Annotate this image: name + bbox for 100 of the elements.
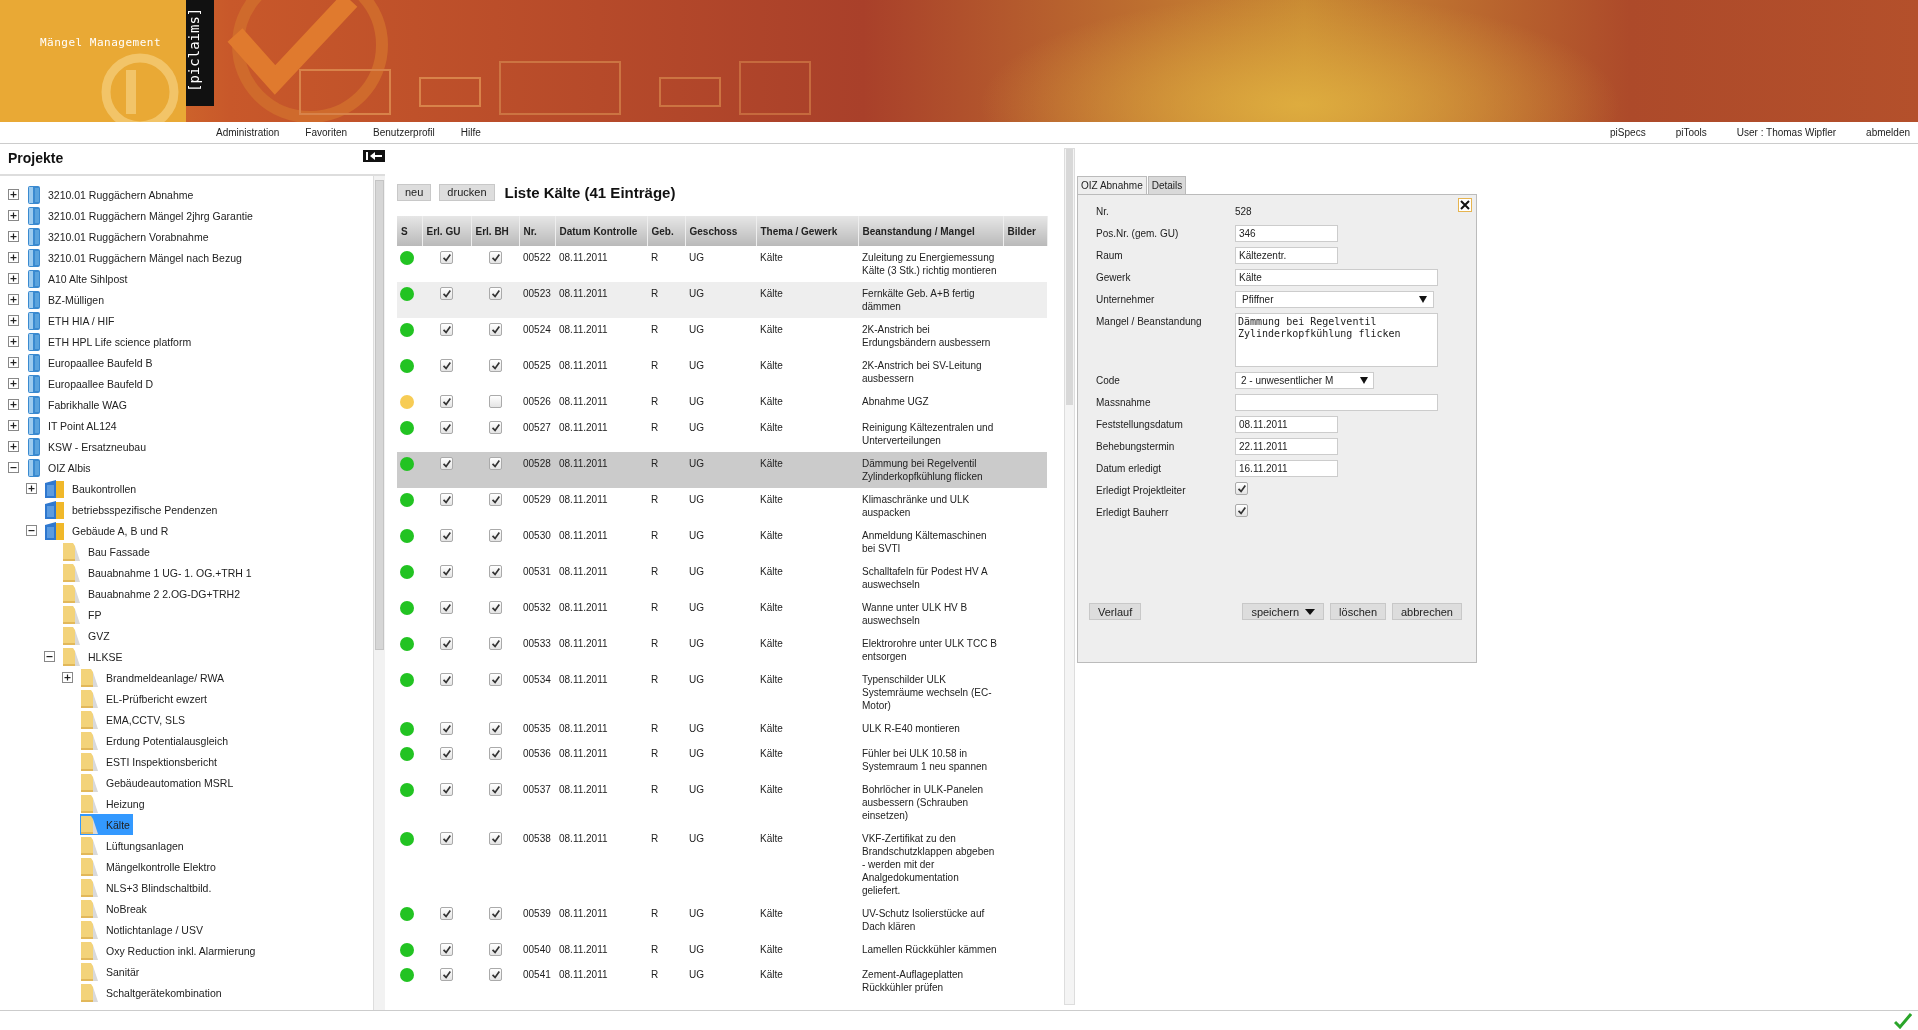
tree-item[interactable]: GVZ xyxy=(62,625,113,646)
tree-item[interactable]: Bauabnahme 2 2.OG-DG+TRH2 xyxy=(62,583,244,604)
checkbox[interactable] xyxy=(488,457,502,470)
tree-item[interactable]: Sanitär xyxy=(80,961,143,982)
checkbox[interactable] xyxy=(440,565,453,578)
checkbox[interactable] xyxy=(440,832,453,845)
toolbar-button[interactable]: neu xyxy=(397,183,432,201)
tree-item[interactable]: betriebsspezifische Pendenzen xyxy=(44,499,221,520)
collapse-icon[interactable] xyxy=(8,462,19,473)
checkbox[interactable] xyxy=(488,968,502,981)
tree-item[interactable]: EL-Prüfbericht ewzert xyxy=(80,688,210,709)
scrollbar[interactable] xyxy=(373,176,385,1010)
expand-icon[interactable] xyxy=(8,420,19,431)
expand-icon[interactable] xyxy=(8,294,19,305)
tree-item[interactable]: Notlichtanlage / USV xyxy=(80,919,206,940)
input-field[interactable] xyxy=(1235,394,1438,411)
expand-icon[interactable] xyxy=(8,210,19,221)
action-button[interactable]: löschen xyxy=(1330,603,1386,620)
action-button[interactable]: speichern xyxy=(1242,603,1325,620)
tree-item[interactable]: ETH HPL Life science platform xyxy=(26,331,195,352)
close-button[interactable] xyxy=(1458,198,1472,212)
checkbox[interactable] xyxy=(488,493,502,506)
checkbox[interactable] xyxy=(488,395,502,408)
tree-item[interactable]: Gebäude A, B und R xyxy=(44,520,172,541)
checkbox[interactable] xyxy=(488,323,502,336)
input-field[interactable]: 346 xyxy=(1235,225,1338,242)
checkbox[interactable] xyxy=(440,493,453,506)
checkbox[interactable] xyxy=(440,673,453,686)
checkbox[interactable] xyxy=(488,783,502,796)
checkbox[interactable] xyxy=(440,747,453,760)
checkbox[interactable] xyxy=(440,457,453,470)
checkbox[interactable] xyxy=(1235,482,1248,495)
logout-link[interactable]: abmelden xyxy=(1866,127,1910,138)
expand-icon[interactable] xyxy=(8,252,19,263)
tree-item[interactable]: Bauabnahme 1 UG- 1. OG.+TRH 1 xyxy=(62,562,255,583)
tree-item[interactable]: Bau Fassade xyxy=(62,541,153,562)
checkbox[interactable] xyxy=(488,832,502,845)
checkbox[interactable] xyxy=(488,637,502,650)
tree-item[interactable]: Europaallee Baufeld B xyxy=(26,352,156,373)
checkbox[interactable] xyxy=(1235,504,1248,517)
tree-item[interactable]: Erdung Potentialausgleich xyxy=(80,730,231,751)
tree-item[interactable]: ESTI Inspektionsbericht xyxy=(80,751,220,772)
expand-icon[interactable] xyxy=(8,357,19,368)
checkbox[interactable] xyxy=(440,395,453,408)
tree-item[interactable]: HLKSE xyxy=(62,646,126,667)
tree-item[interactable]: NLS+3 Blindschaltbild. xyxy=(80,877,215,898)
menu-item[interactable]: Hilfe xyxy=(460,127,481,138)
expand-icon[interactable] xyxy=(8,231,19,242)
collapse-icon[interactable] xyxy=(26,525,37,536)
tree-item[interactable]: 3210.01 Ruggächern Mängel nach Bezug xyxy=(26,247,245,268)
checkbox[interactable] xyxy=(488,421,502,434)
tree-item[interactable]: Mängelkontrolle Elektro xyxy=(80,856,219,877)
tree-item[interactable]: Fabrikhalle WAG xyxy=(26,394,130,415)
checkbox[interactable] xyxy=(440,251,453,264)
checkbox[interactable] xyxy=(488,747,502,760)
action-button[interactable]: abbrechen xyxy=(1392,603,1462,620)
tab[interactable]: Details xyxy=(1147,176,1187,194)
input-field[interactable]: 16.11.2011 xyxy=(1235,460,1338,477)
tree-item[interactable]: EMA,CCTV, SLS xyxy=(80,709,188,730)
checkbox[interactable] xyxy=(440,968,453,981)
tree-item[interactable]: Baukontrollen xyxy=(44,478,140,499)
checkbox[interactable] xyxy=(488,359,502,372)
tab[interactable]: OIZ Abnahme xyxy=(1077,176,1147,194)
tree-item[interactable]: A10 Alte Sihlpost xyxy=(26,268,131,289)
expand-icon[interactable] xyxy=(8,378,19,389)
tree-item[interactable]: Brandmeldeanlage/ RWA xyxy=(80,667,227,688)
tree-item[interactable]: Kälte xyxy=(80,814,133,835)
column-header[interactable]: S xyxy=(397,216,422,246)
dropdown[interactable]: Pfiffner xyxy=(1235,291,1434,308)
toolbar-button[interactable]: drucken xyxy=(439,183,495,201)
menu-item[interactable]: Favoriten xyxy=(305,127,348,138)
tree-item[interactable]: Heizung xyxy=(80,793,148,814)
expand-icon[interactable] xyxy=(26,483,37,494)
checkbox[interactable] xyxy=(440,323,453,336)
column-header[interactable]: Geb. xyxy=(647,216,685,246)
checkbox[interactable] xyxy=(488,251,502,264)
tree-item[interactable]: BZ-Mülligen xyxy=(26,289,108,310)
menu-item[interactable]: Administration xyxy=(216,127,280,138)
checkbox[interactable] xyxy=(488,907,502,920)
tree-item[interactable]: 3210.01 Ruggächern Vorabnahme xyxy=(26,226,212,247)
expand-icon[interactable] xyxy=(8,315,19,326)
checkbox[interactable] xyxy=(440,359,453,372)
checkbox[interactable] xyxy=(440,637,453,650)
tree-item[interactable]: Schaltgerätekombination xyxy=(80,982,225,1003)
tree-item[interactable]: ETH HIA / HIF xyxy=(26,310,118,331)
input-field[interactable]: 22.11.2011 xyxy=(1235,438,1338,455)
checkbox[interactable] xyxy=(440,421,453,434)
expand-icon[interactable] xyxy=(8,441,19,452)
column-header[interactable]: Geschoss xyxy=(685,216,756,246)
column-header[interactable]: Nr. xyxy=(519,216,555,246)
checkbox[interactable] xyxy=(488,943,502,956)
column-header[interactable]: Beanstandung / Mangel xyxy=(858,216,1003,246)
action-button[interactable]: Verlauf xyxy=(1089,603,1142,620)
tree-item[interactable]: FP xyxy=(62,604,105,625)
tree-item[interactable]: 3210.01 Ruggächern Abnahme xyxy=(26,184,197,205)
checkbox[interactable] xyxy=(440,529,453,542)
checkbox[interactable] xyxy=(488,601,502,614)
column-header[interactable]: Thema / Gewerk xyxy=(756,216,858,246)
menu-link[interactable]: piSpecs xyxy=(1610,127,1646,138)
tree-item[interactable]: Oxy Reduction inkl. Alarmierung xyxy=(80,940,259,961)
